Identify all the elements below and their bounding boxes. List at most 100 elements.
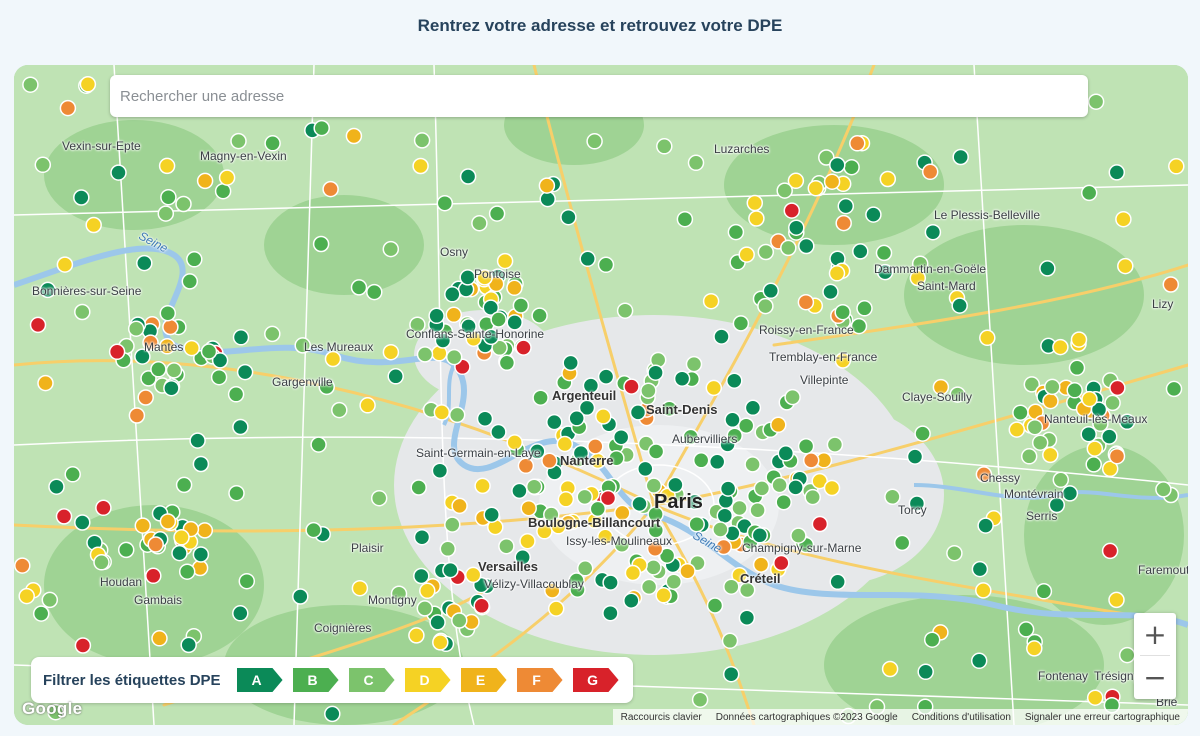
dpe-marker[interactable] [865,206,882,223]
dpe-marker[interactable] [692,452,710,469]
dpe-marker[interactable] [850,317,868,335]
dpe-marker[interactable] [483,506,500,523]
dpe-marker[interactable] [1086,689,1104,706]
dpe-marker[interactable] [408,627,425,644]
dpe-marker[interactable] [324,350,342,368]
dpe-marker[interactable] [196,522,214,539]
dpe-marker[interactable] [313,119,330,137]
dpe-marker[interactable] [464,566,482,584]
dpe-marker[interactable] [214,182,232,200]
dpe-marker[interactable] [647,522,665,539]
dpe-marker[interactable] [686,493,704,511]
dpe-marker[interactable] [597,256,615,274]
dpe-marker[interactable] [744,456,761,473]
dpe-marker[interactable] [547,600,565,617]
dpe-marker[interactable] [232,329,250,346]
dpe-marker[interactable] [787,479,804,496]
dpe-marker[interactable] [1026,640,1043,657]
dpe-marker[interactable] [1162,276,1180,293]
dpe-marker[interactable] [576,488,593,506]
dpe-marker[interactable] [884,488,901,506]
dpe-marker[interactable] [436,194,454,212]
dpe-marker[interactable] [137,389,154,406]
dpe-marker[interactable] [811,515,829,533]
dpe-marker[interactable] [835,214,852,232]
dpe-marker[interactable] [345,127,363,145]
dpe-marker[interactable] [802,452,820,469]
dpe-marker[interactable] [517,457,535,475]
dpe-marker[interactable] [716,507,734,524]
dpe-marker[interactable] [145,567,162,585]
dpe-marker[interactable] [74,637,92,654]
dpe-filter-e[interactable]: E [460,668,507,692]
dpe-marker[interactable] [952,148,969,166]
dpe-marker[interactable] [723,578,740,595]
dpe-marker[interactable] [829,573,846,591]
dpe-marker[interactable] [536,523,553,540]
dpe-marker[interactable] [64,466,81,483]
dpe-marker[interactable] [597,528,614,546]
dpe-marker[interactable] [1061,485,1079,502]
dpe-marker[interactable] [582,377,600,394]
dpe-marker[interactable] [506,279,523,297]
dpe-marker[interactable] [410,479,427,496]
dpe-marker[interactable] [751,527,769,544]
dpe-marker[interactable] [589,452,607,470]
dpe-marker[interactable] [59,99,77,117]
dpe-marker[interactable] [949,386,966,403]
dpe-marker[interactable] [448,406,466,424]
dpe-marker[interactable] [142,334,159,351]
dpe-marker[interactable] [189,432,206,449]
dpe-marker[interactable] [159,513,177,530]
dpe-marker[interactable] [128,407,146,424]
dpe-marker[interactable] [595,408,612,425]
dpe-marker[interactable] [39,281,57,299]
dpe-marker[interactable] [451,612,468,629]
dpe-marker[interactable] [784,388,801,406]
dpe-filter-d[interactable]: D [404,668,451,692]
dpe-marker[interactable] [629,404,647,421]
dpe-marker[interactable] [1101,428,1118,445]
dpe-marker[interactable] [451,497,468,515]
dpe-marker[interactable] [572,444,590,462]
dpe-marker[interactable] [520,499,537,517]
dpe-marker[interactable] [74,303,91,321]
dpe-marker[interactable] [490,311,507,328]
dpe-marker[interactable] [645,559,662,576]
dpe-marker[interactable] [557,491,575,508]
dpe-marker[interactable] [210,368,228,386]
dpe-marker[interactable] [924,223,942,241]
dpe-marker[interactable] [691,691,709,708]
dpe-marker[interactable] [532,389,549,406]
dpe-marker[interactable] [602,604,619,622]
dpe-marker[interactable] [175,476,193,494]
dpe-marker[interactable] [906,448,924,465]
dpe-marker[interactable] [476,269,493,286]
dpe-marker[interactable] [970,652,988,670]
dpe-marker[interactable] [879,170,897,188]
dpe-marker[interactable] [1165,380,1183,398]
dpe-marker[interactable] [539,190,556,208]
dpe-marker[interactable] [56,256,74,273]
dpe-marker[interactable] [178,563,196,580]
dpe-marker[interactable] [823,479,841,497]
dpe-marker[interactable] [85,216,102,234]
dpe-marker[interactable] [387,368,404,385]
dpe-marker[interactable] [1042,392,1059,410]
dpe-marker[interactable] [757,243,775,261]
dpe-marker[interactable] [788,219,805,236]
dpe-marker[interactable] [1086,440,1104,457]
dpe-marker[interactable] [1012,404,1029,421]
dpe-marker[interactable] [459,168,477,185]
dpe-marker[interactable] [110,164,127,181]
dpe-marker[interactable] [366,283,383,301]
dpe-marker[interactable] [979,329,996,347]
dpe-marker[interactable] [1017,621,1035,638]
dpe-marker[interactable] [74,514,91,531]
dpe-marker[interactable] [624,564,642,582]
dpe-marker[interactable] [158,157,176,175]
dpe-marker[interactable] [1044,378,1061,396]
zoom-in-button[interactable]: + [1134,613,1176,655]
dpe-marker[interactable] [444,516,461,533]
dpe-marker[interactable] [783,202,801,219]
